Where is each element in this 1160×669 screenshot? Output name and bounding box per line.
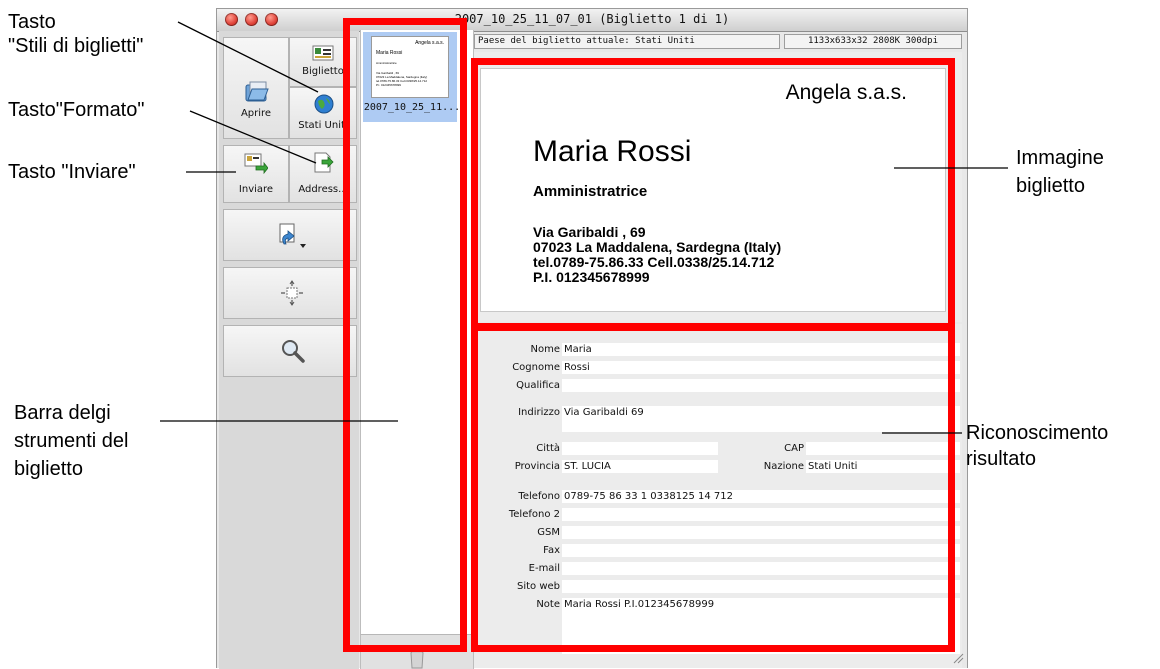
annotation-format: Tasto"Formato" <box>8 99 145 121</box>
annotation-line: biglietto <box>14 458 83 480</box>
annotation-line: Riconoscimento <box>966 422 1109 444</box>
annotation-line: risultato <box>966 448 1037 470</box>
annotation-line: "Stili di biglietti" <box>8 35 144 57</box>
annotation-send: Tasto "Inviare" <box>8 161 136 183</box>
annotation-line: biglietto <box>1016 175 1085 197</box>
annotation-line: Tasto <box>8 11 56 33</box>
annotation-card-image: Immagine biglietto <box>1016 144 1104 200</box>
annotation-card-styles: Tasto "Stili di biglietti" <box>8 10 143 58</box>
annotation-line: Barra delgi <box>14 402 111 424</box>
annotation-recognition: Riconoscimento risultato <box>966 420 1108 472</box>
annotation-line: Immagine <box>1016 147 1104 169</box>
annotation-toolbar: Barra delgi strumenti del biglietto <box>14 399 129 483</box>
annotation-leaders <box>160 21 1008 434</box>
annotation-line: strumenti del <box>14 430 129 452</box>
